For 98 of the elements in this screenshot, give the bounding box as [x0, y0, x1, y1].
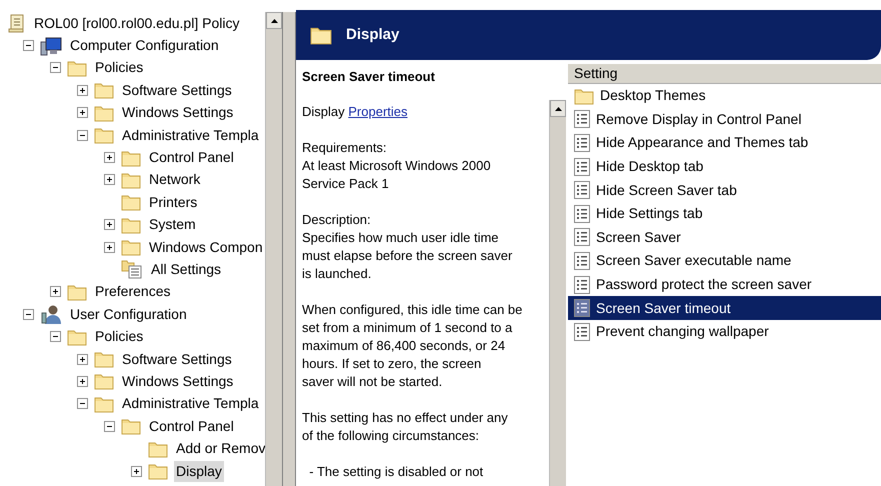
expand-icon[interactable]: [77, 107, 88, 118]
user-icon: [40, 304, 62, 324]
expand-icon[interactable]: [104, 152, 115, 164]
tree-item[interactable]: Add or Remov: [174, 438, 268, 460]
expand-icon[interactable]: [104, 174, 115, 186]
folder-icon: [67, 282, 87, 301]
document-list-icon: [574, 252, 590, 270]
folder-icon: [148, 440, 168, 458]
tree-item[interactable]: Computer Configuration: [68, 35, 221, 56]
tree-item[interactable]: Windows Settings: [120, 102, 236, 124]
tree-item[interactable]: Windows Compon: [147, 236, 265, 258]
document-list-icon: [574, 158, 590, 176]
folder-icon: [94, 372, 114, 390]
folder-icon: [121, 170, 141, 189]
folder-icon: [67, 58, 87, 77]
folder-icon: [148, 462, 168, 480]
up-arrow-icon: [270, 18, 278, 22]
expand-icon[interactable]: [104, 242, 115, 253]
folder-icon: [94, 104, 114, 122]
tree-item[interactable]: All Settings: [149, 258, 224, 280]
tree-item[interactable]: Administrative Templa: [120, 124, 261, 146]
tree-item[interactable]: Software Settings: [120, 80, 234, 101]
scroll-up-button[interactable]: [550, 100, 566, 117]
folder-icon: [121, 193, 141, 212]
folder-icon: [67, 328, 87, 346]
tree-item[interactable]: Network: [147, 169, 202, 190]
expand-icon[interactable]: [77, 354, 88, 365]
list-row[interactable]: Hide Appearance and Themes tab: [568, 131, 881, 155]
list-row[interactable]: Hide Desktop tab: [568, 154, 881, 178]
list-row[interactable]: Screen Saver: [568, 226, 881, 250]
list-row[interactable]: Screen Saver timeout: [568, 296, 881, 320]
folder-icon: [94, 350, 114, 368]
folder-icon: [94, 81, 114, 100]
tree-item[interactable]: Control Panel: [147, 147, 236, 168]
document-list-icon: [574, 110, 590, 128]
tree-item[interactable]: Control Panel: [147, 416, 236, 437]
description-text: - The setting is disabled or not: [308, 463, 484, 481]
document-list-icon: [574, 322, 590, 341]
collapse-icon[interactable]: [50, 331, 61, 342]
tree-item[interactable]: System: [147, 214, 198, 236]
scroll-icon: [8, 13, 26, 34]
expand-icon[interactable]: [104, 219, 115, 230]
document-list-icon: [574, 134, 590, 152]
computer-icon: [40, 36, 62, 56]
list-row[interactable]: Hide Screen Saver tab: [568, 178, 881, 202]
collapse-icon[interactable]: [50, 62, 61, 74]
tree-item[interactable]: Printers: [147, 192, 200, 213]
list-row[interactable]: Prevent changing wallpaper: [568, 320, 881, 344]
folder-icon: [121, 238, 141, 256]
description-text: Description: Specifies how much user idle time must elapse before the screen saver is launched.: [302, 211, 514, 283]
document-list-icon: [574, 181, 590, 200]
list-row[interactable]: Password protect the screen saver: [568, 272, 881, 296]
up-arrow-icon: [554, 106, 562, 110]
collapse-icon[interactable]: [23, 40, 34, 52]
collapse-icon[interactable]: [77, 130, 88, 141]
tree-item[interactable]: Policies: [93, 57, 146, 78]
tree-item[interactable]: User Configuration: [68, 304, 189, 325]
settings-list-icon: [121, 259, 143, 280]
scrollbar[interactable]: [265, 12, 282, 486]
expand-icon[interactable]: [50, 286, 61, 298]
setting-title: Screen Saver timeout: [302, 68, 436, 86]
collapse-icon[interactable]: [104, 420, 115, 432]
folder-icon: [94, 126, 114, 144]
list-row[interactable]: Desktop Themes: [568, 84, 881, 108]
tree-item[interactable]: Preferences: [93, 281, 172, 302]
header-title: Display: [346, 24, 400, 45]
list-row[interactable]: Remove Display in Control Panel: [568, 108, 881, 132]
description-text: This setting has no effect under any of the following circumstances:: [302, 409, 509, 445]
properties-link[interactable]: Properties: [348, 104, 408, 119]
column-header[interactable]: Setting: [568, 64, 881, 84]
folder-icon: [121, 417, 141, 436]
folder-icon: [574, 86, 594, 105]
expand-icon[interactable]: [77, 376, 88, 387]
document-list-icon: [574, 276, 590, 294]
expand-icon[interactable]: [77, 84, 88, 96]
expand-icon[interactable]: [131, 466, 142, 476]
tree-item[interactable]: Software Settings: [120, 348, 234, 370]
tree-item[interactable]: Windows Settings: [120, 370, 236, 392]
folder-icon: [94, 394, 114, 413]
scrollbar[interactable]: [549, 100, 566, 486]
description-text: Requirements: At least Microsoft Windows 2000 Service Pack 1: [302, 139, 492, 193]
folder-icon: [121, 148, 141, 167]
tree-item[interactable]: ROL00 [rol00.rol00.edu.pl] Policy: [32, 12, 242, 34]
folder-icon: [121, 216, 141, 234]
document-list-icon: [574, 228, 590, 246]
list-row[interactable]: Screen Saver executable name: [568, 249, 881, 273]
tree-item[interactable]: Display: [174, 460, 224, 482]
collapse-icon[interactable]: [77, 398, 88, 410]
folder-icon: [310, 25, 332, 45]
list-row[interactable]: Hide Settings tab: [568, 202, 881, 226]
scroll-up-button[interactable]: [266, 12, 282, 29]
document-list-icon: [574, 204, 590, 223]
description-text: When configured, this idle time can be set from a minimum of 1 second to a maximum of 86,400 seconds, or 24 hours. If set to zero, the screen saver will not be started.: [302, 301, 524, 391]
tree-item[interactable]: Policies: [93, 326, 146, 348]
tree-item[interactable]: Administrative Templa: [120, 393, 261, 414]
document-list-icon: [574, 299, 590, 318]
category-text: Display Properties: [302, 103, 408, 121]
collapse-icon[interactable]: [23, 308, 34, 320]
